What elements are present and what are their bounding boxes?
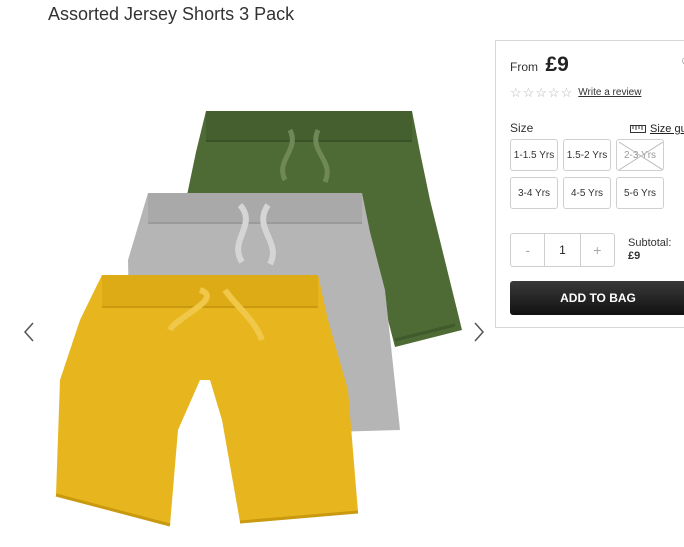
product-title: Assorted Jersey Shorts 3 Pack bbox=[48, 4, 295, 24]
product-image bbox=[55, 111, 462, 527]
rating: ☆ ☆ ☆ ☆ ☆ Write a review bbox=[510, 86, 641, 99]
size-label: Size bbox=[510, 121, 534, 135]
price-prefix: From bbox=[510, 60, 538, 74]
star-icon: ☆ bbox=[535, 85, 547, 100]
size-option-5-6-yrs[interactable]: 5-6 Yrs bbox=[616, 177, 664, 209]
quantity-decrease-button[interactable]: - bbox=[511, 234, 544, 266]
purchase-panel: From £9 ♡ ☆ ☆ ☆ ☆ ☆ Write a review Size … bbox=[495, 40, 684, 328]
size-guide-label: Size guide bbox=[650, 123, 684, 135]
subtotal-value: £9 bbox=[628, 250, 641, 262]
chevron-left-icon bbox=[23, 322, 34, 342]
product-gallery bbox=[0, 40, 495, 547]
size-option-1-5-2-yrs[interactable]: 1.5-2 Yrs bbox=[563, 139, 611, 171]
gallery-prev-button[interactable] bbox=[22, 321, 36, 343]
unavailable-cross-icon bbox=[618, 141, 663, 170]
add-to-bag-button[interactable]: ADD TO BAG bbox=[510, 281, 684, 315]
size-option-3-4-yrs[interactable]: 3-4 Yrs bbox=[510, 177, 558, 209]
yellow-shorts bbox=[55, 275, 359, 527]
star-icon: ☆ bbox=[560, 85, 573, 100]
price-value: £9 bbox=[545, 53, 569, 76]
star-icon: ☆ bbox=[547, 85, 560, 100]
ruler-icon bbox=[630, 125, 646, 133]
subtotal-label: Subtotal: bbox=[628, 237, 672, 249]
gallery-next-button[interactable] bbox=[472, 321, 486, 343]
star-icon: ☆ bbox=[510, 85, 522, 100]
quantity-stepper: - 1 + bbox=[510, 233, 615, 267]
chevron-right-icon bbox=[474, 322, 485, 342]
size-option-2-3-yrs-unavailable[interactable]: 2-3 Yrs bbox=[616, 139, 664, 171]
quantity-increase-button[interactable]: + bbox=[581, 234, 614, 266]
subtotal: Subtotal: £9 bbox=[628, 237, 671, 263]
size-guide-link[interactable]: Size guide bbox=[630, 123, 684, 135]
price: From £9 bbox=[510, 53, 569, 77]
size-option-1-1-5-yrs[interactable]: 1-1.5 Yrs bbox=[510, 139, 558, 171]
size-option-4-5-yrs[interactable]: 4-5 Yrs bbox=[563, 177, 611, 209]
write-review-link[interactable]: Write a review bbox=[578, 87, 641, 98]
star-rating: ☆ ☆ ☆ ☆ ☆ bbox=[510, 86, 572, 99]
quantity-input[interactable]: 1 bbox=[544, 234, 581, 266]
star-icon: ☆ bbox=[522, 85, 535, 100]
